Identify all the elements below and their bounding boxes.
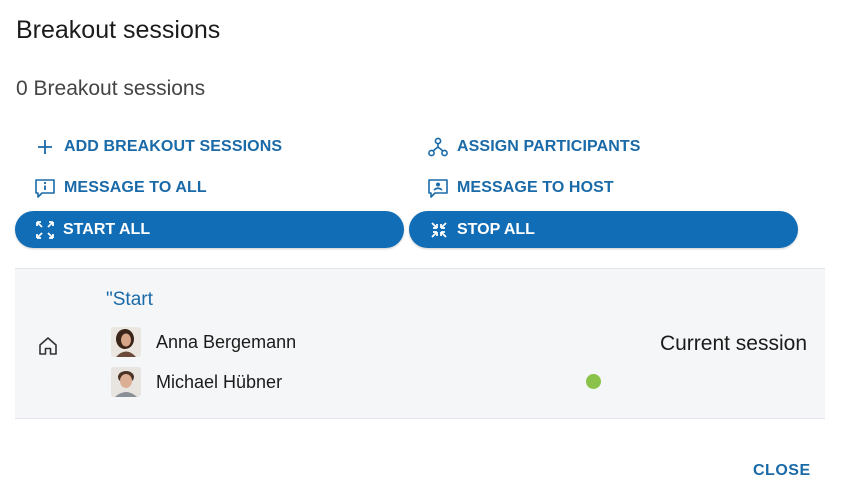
stop-all-label: STOP ALL bbox=[457, 220, 535, 238]
participant-name: Michael Hübner bbox=[156, 371, 283, 392]
status-indicator bbox=[586, 374, 601, 389]
participant-name: Anna Bergemann bbox=[156, 331, 297, 352]
participant-item: Anna Bergemann bbox=[111, 327, 296, 357]
start-all-button[interactable]: START ALL bbox=[15, 211, 404, 248]
assign-participants-button[interactable]: ASSIGN PARTICIPANTS bbox=[427, 136, 641, 158]
collapse-icon bbox=[428, 219, 450, 241]
hierarchy-icon bbox=[427, 136, 449, 158]
add-breakout-sessions-button[interactable]: ADD BREAKOUT SESSIONS bbox=[34, 136, 282, 158]
stop-all-button[interactable]: STOP ALL bbox=[409, 211, 798, 248]
expand-icon bbox=[34, 219, 56, 241]
avatar bbox=[111, 367, 141, 397]
participant-item: Michael Hübner bbox=[111, 367, 282, 397]
start-all-label: START ALL bbox=[63, 220, 151, 238]
message-to-host-button[interactable]: MESSAGE TO HOST bbox=[427, 177, 614, 199]
current-session-label: Current session bbox=[659, 332, 807, 355]
message-to-host-label: MESSAGE TO HOST bbox=[457, 179, 614, 196]
message-to-all-button[interactable]: MESSAGE TO ALL bbox=[34, 177, 207, 199]
close-button[interactable]: CLOSE bbox=[753, 462, 811, 480]
info-message-icon bbox=[34, 177, 56, 199]
assign-participants-label: ASSIGN PARTICIPANTS bbox=[457, 138, 641, 155]
dialog-title: Breakout sessions bbox=[16, 16, 221, 44]
session-count: 0 Breakout sessions bbox=[16, 77, 206, 100]
plus-icon bbox=[34, 136, 56, 158]
add-breakout-sessions-label: ADD BREAKOUT SESSIONS bbox=[64, 138, 283, 155]
session-name[interactable]: "Start bbox=[106, 289, 153, 311]
person-message-icon bbox=[427, 177, 449, 199]
avatar bbox=[111, 327, 141, 357]
home-icon bbox=[37, 335, 59, 357]
message-to-all-label: MESSAGE TO ALL bbox=[64, 179, 207, 196]
session-row[interactable]: "Start Anna Bergemann Michael Hübner Cur… bbox=[15, 268, 825, 419]
